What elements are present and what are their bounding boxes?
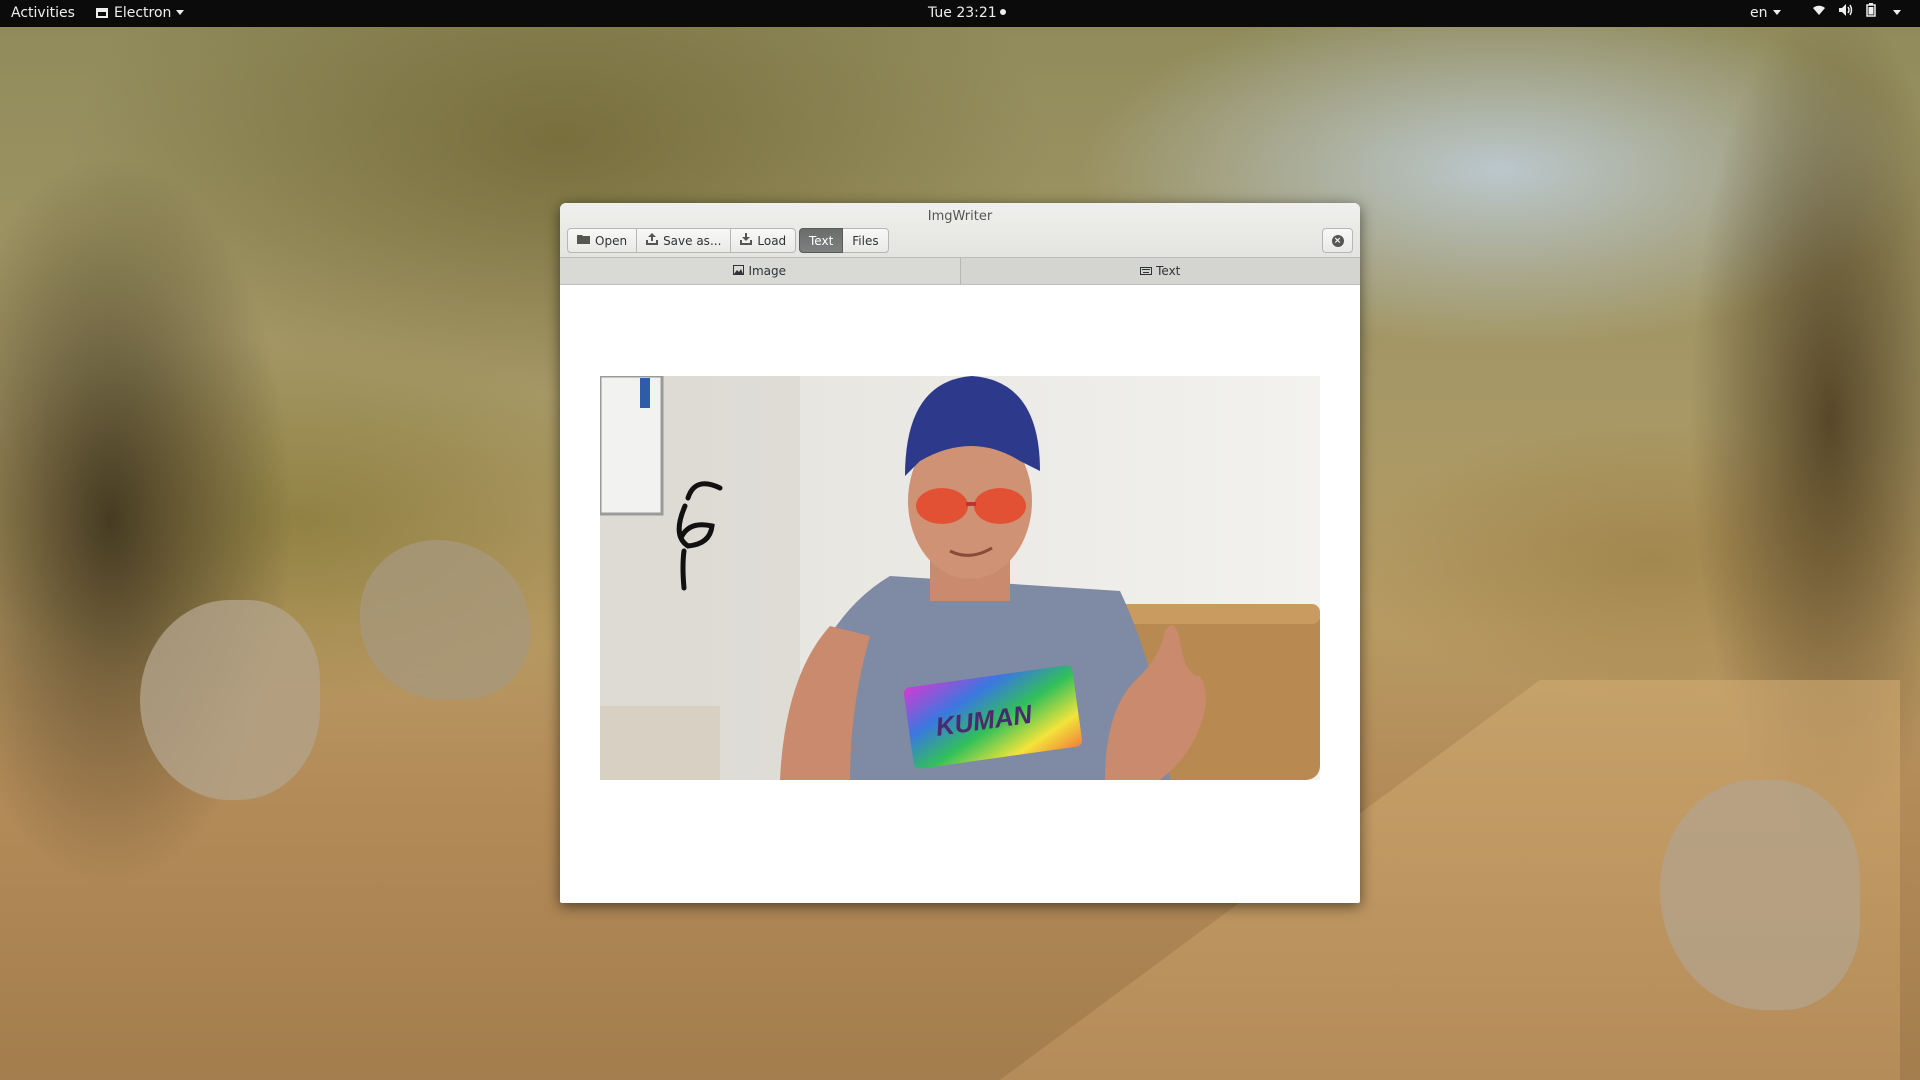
save-as-label: Save as... xyxy=(663,233,722,248)
image-icon xyxy=(733,264,745,278)
download-icon xyxy=(740,233,753,248)
language-label: en xyxy=(1750,5,1768,21)
system-menu-button[interactable] xyxy=(1888,0,1901,27)
language-button[interactable]: en xyxy=(1750,0,1781,27)
mode-files-label: Files xyxy=(852,233,879,248)
keyboard-icon xyxy=(1140,264,1153,278)
clock-label: Tue 23:21 xyxy=(928,5,997,21)
tab-text-label: Text xyxy=(1156,264,1181,278)
header-bar: ImgWriter Open Save as... Load Text File… xyxy=(560,203,1360,258)
app-menu[interactable]: Electron xyxy=(96,0,185,27)
window-title: ImgWriter xyxy=(927,209,993,224)
mode-files-toggle[interactable]: Files xyxy=(843,228,889,253)
tab-image[interactable]: Image xyxy=(560,258,961,284)
top-bar: Activities Electron Tue 23:21 en xyxy=(0,0,1920,27)
folder-icon xyxy=(577,234,590,247)
wallpaper-rock xyxy=(140,600,320,800)
image-preview: KUMAN xyxy=(600,376,1320,780)
activities-label: Activities xyxy=(11,5,75,21)
wifi-icon[interactable] xyxy=(1812,0,1826,27)
file-button-group: Open Save as... Load xyxy=(567,228,797,253)
chevron-down-icon xyxy=(1772,10,1781,15)
chevron-down-icon xyxy=(176,10,185,15)
open-button[interactable]: Open xyxy=(567,228,638,253)
mode-text-toggle[interactable]: Text xyxy=(799,228,844,253)
mode-toggle-group: Text Files xyxy=(799,228,889,253)
close-button[interactable]: × xyxy=(1322,228,1353,253)
clock-button[interactable]: Tue 23:21 xyxy=(928,0,1006,27)
view-tabs: Image Text xyxy=(560,258,1360,285)
tab-image-label: Image xyxy=(748,264,787,278)
close-icon: × xyxy=(1331,234,1344,247)
mode-text-label: Text xyxy=(809,233,834,248)
preview-photo: KUMAN xyxy=(600,376,1320,780)
wallpaper-rock xyxy=(360,540,530,700)
imgwriter-window: ImgWriter Open Save as... Load Text File… xyxy=(560,203,1360,903)
chevron-down-icon xyxy=(1893,10,1901,15)
upload-icon xyxy=(646,233,659,248)
open-label: Open xyxy=(595,233,628,248)
load-button[interactable]: Load xyxy=(731,228,797,253)
activities-button[interactable]: Activities xyxy=(11,0,75,27)
window-icon xyxy=(96,8,108,18)
save-as-button[interactable]: Save as... xyxy=(637,228,732,253)
tab-text[interactable]: Text xyxy=(960,258,1360,284)
load-label: Load xyxy=(757,233,787,248)
app-menu-label: Electron xyxy=(114,5,172,21)
volume-icon[interactable] xyxy=(1838,0,1854,27)
notification-dot-icon xyxy=(999,9,1006,15)
battery-icon[interactable] xyxy=(1866,0,1876,27)
